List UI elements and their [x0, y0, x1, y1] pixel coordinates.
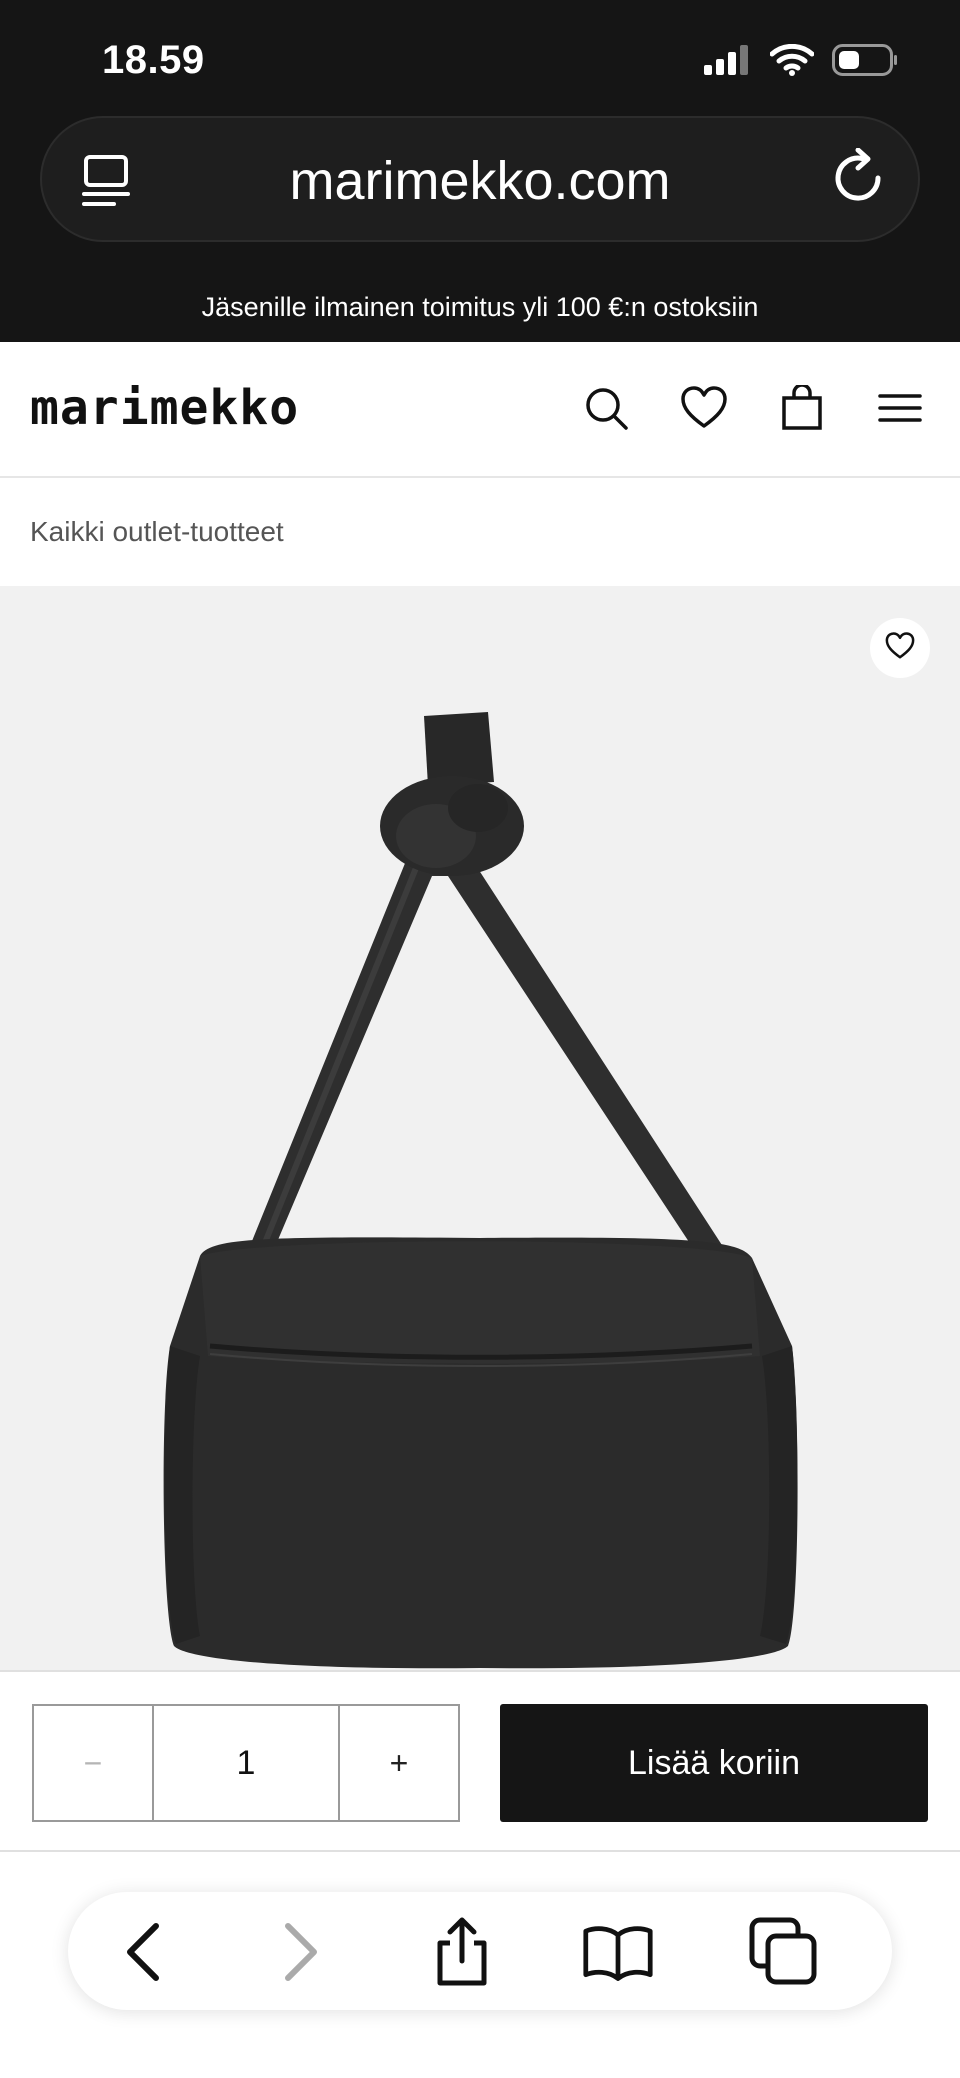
quantity-stepper: − 1 + — [32, 1704, 460, 1822]
status-time: 18.59 — [102, 38, 205, 82]
breadcrumb-link[interactable]: Kaikki outlet-tuotteet — [30, 516, 284, 548]
back-icon[interactable] — [108, 1916, 180, 1988]
search-icon[interactable] — [578, 380, 634, 436]
cellular-signal-icon — [704, 45, 752, 80]
site-logo[interactable]: marimekko — [30, 380, 299, 436]
add-to-cart-button[interactable]: Lisää koriin — [500, 1704, 928, 1822]
shopping-bag-icon[interactable] — [774, 380, 830, 436]
browser-chrome: 18.59 marimekko.com Jäsenille ilmainen t… — [0, 0, 960, 342]
site-header: marimekko — [0, 342, 960, 478]
heart-icon[interactable] — [676, 380, 732, 436]
forward-icon[interactable] — [264, 1916, 336, 1988]
url-text[interactable]: marimekko.com — [42, 150, 918, 212]
toolbar-pill — [68, 1892, 892, 2010]
decrease-quantity-button[interactable]: − — [34, 1706, 154, 1820]
battery-icon — [832, 44, 898, 81]
wifi-icon — [769, 43, 815, 81]
bag-illustration — [163, 712, 798, 1669]
promo-banner: Jäsenille ilmainen toimitus yli 100 €:n … — [201, 292, 759, 322]
tabs-icon[interactable] — [748, 1916, 820, 1988]
product-image — [0, 586, 960, 1670]
browser-toolbar — [0, 1852, 960, 2078]
add-to-cart-bar: − 1 + Lisää koriin — [0, 1670, 960, 1852]
quantity-value[interactable]: 1 — [154, 1706, 338, 1820]
status-icons — [704, 43, 898, 81]
menu-icon[interactable] — [872, 380, 928, 436]
increase-quantity-button[interactable]: + — [338, 1706, 458, 1820]
reload-icon[interactable] — [832, 147, 888, 213]
bookmarks-icon[interactable] — [582, 1916, 654, 1988]
share-icon[interactable] — [426, 1916, 498, 1988]
address-bar[interactable]: marimekko.com — [40, 116, 920, 242]
